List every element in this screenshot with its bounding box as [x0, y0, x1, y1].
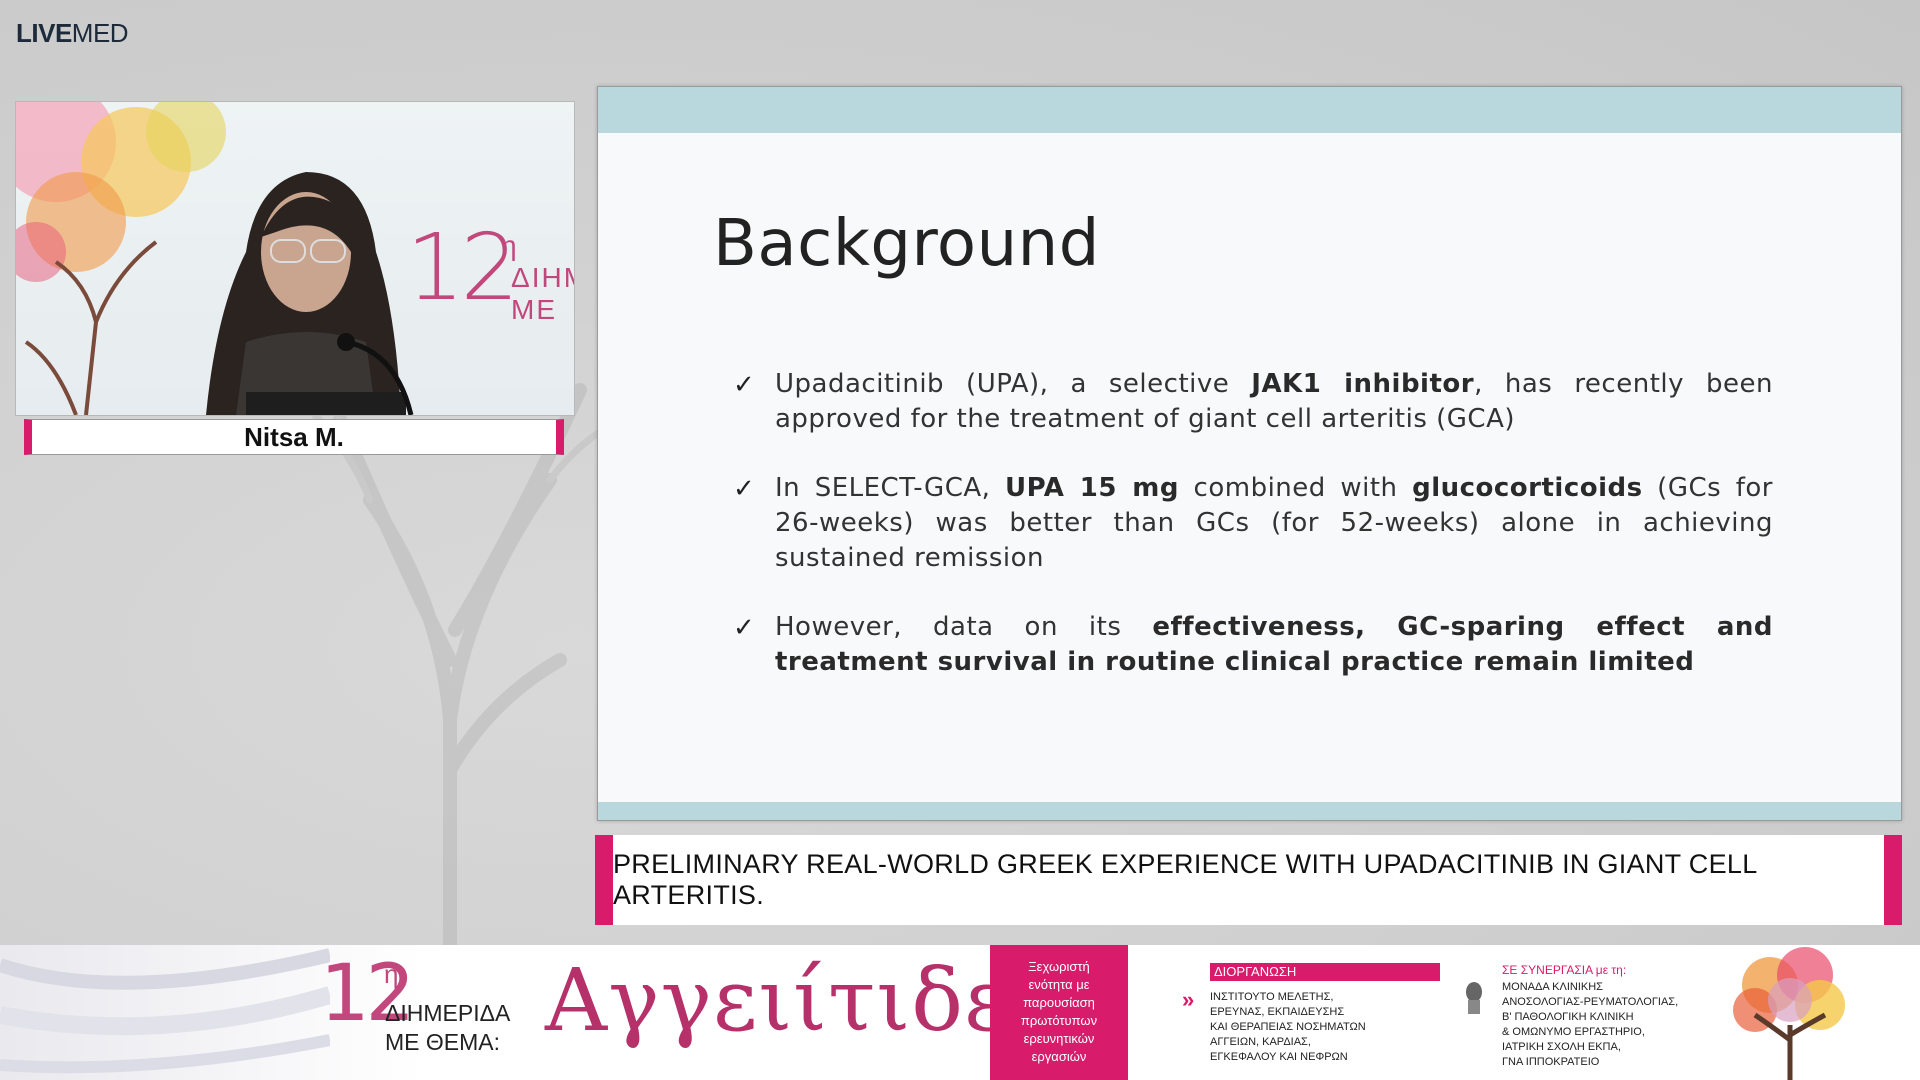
speaker-figure — [206, 172, 414, 415]
collaboration-label: ΣΕ ΣΥΝΕΡΓΑΣΙΑ με τη: — [1502, 963, 1626, 977]
footer-pink-box: Ξεχωριστή ενότητα με παρουσίαση πρωτότυπων ε… — [990, 945, 1128, 1080]
bullet-segment: Upadacitinib (UPA), a selective — [775, 369, 1252, 399]
collaboration-line: ΜΟΝΑΔΑ ΚΛΙΝΙΚΗΣ — [1502, 981, 1603, 993]
university-seal-icon — [1466, 982, 1482, 1014]
checkmark-icon: ✓ — [733, 612, 755, 642]
speaker-name: Nitsa M. — [24, 419, 564, 455]
slide-top-band — [598, 87, 1901, 133]
logo-bold: LIVE — [16, 18, 72, 48]
slide-bullet: ✓ In SELECT-GCA, UPA 15 mg combined with … — [733, 471, 1773, 576]
pink-box-line: πρωτότυπων — [1020, 1013, 1098, 1028]
slide-bullet: ✓ Upadacitinib (UPA), a selective JAK1 in… — [733, 367, 1773, 437]
organizer-line: ΙΝΣΤΙΤΟΥΤΟ ΜΕΛΕΤΗΣ, — [1210, 991, 1334, 1003]
organizer-line: ΑΓΓΕΙΩΝ, ΚΑΡΔΙΑΣ, — [1210, 1036, 1311, 1048]
slide-bullet-list: ✓ Upadacitinib (UPA), a selective JAK1 in… — [733, 367, 1773, 714]
collaboration-line: & ΟΜΩΝΥΜΟ ΕΡΓΑΣΤΗΡΙΟ, — [1502, 1026, 1645, 1038]
logo-regular: MED — [71, 18, 129, 48]
bullet-bold-segment: UPA 15 mg — [1004, 473, 1179, 503]
collaboration-text: ΜΟΝΑΔΑ ΚΛΙΝΙΚΗΣ ΑΝΟΣΟΛΟΓΙΑΣ-ΡΕΥΜΑΤΟΛΟΓΙΑΣ… — [1502, 980, 1678, 1070]
watercolor-tree-logo — [1733, 947, 1845, 1080]
bullet-segment: combined with — [1178, 473, 1413, 503]
checkmark-icon: ✓ — [733, 369, 755, 399]
bullet-segment: However, data on its — [775, 612, 1153, 642]
collaboration-label-main: ΣΕ ΣΥΝΕΡΓΑΣΙΑ — [1502, 963, 1593, 977]
presentation-slide: Background ✓ Upadacitinib (UPA), a select… — [597, 86, 1902, 821]
collaboration-line: ΙΑΤΡΙΚΗ ΣΧΟΛΗ ΕΚΠΑ, — [1502, 1041, 1621, 1053]
pink-box-line: εργασιών — [1031, 1049, 1087, 1064]
organizer-line: ΚΑΙ ΘΕΡΑΠΕΙΑΣ ΝΟΣΗΜΑΤΩΝ — [1210, 1021, 1366, 1033]
slide-title: Background — [713, 207, 1100, 281]
organizer-label: ΔΙΟΡΓΑΝΩΣΗ — [1210, 963, 1440, 981]
double-chevron-icon: » — [1182, 987, 1195, 1012]
organizer-line: ΕΡΕΥΝΑΣ, ΕΚΠΑΙΔΕΥΣΗΣ — [1210, 1006, 1345, 1018]
collaboration-line: Β' ΠΑΘΟΛΟΓΙΚΗ ΚΛΙΝΙΚΗ — [1502, 1011, 1634, 1023]
livemed-logo: LIVEMED — [16, 18, 129, 49]
bullet-bold-segment: JAK1 inhibitor — [1251, 369, 1475, 399]
talk-title-bar: PRELIMINARY REAL-WORLD GREEK EXPERIENCE … — [595, 835, 1902, 925]
footer-event-sub2: ΜΕ ΘΕΜΑ: — [385, 1028, 501, 1055]
footer-event-subtitle: ΔΙΗΜΕΡΙΔΑ ΜΕ ΘΕΜΑ: — [385, 999, 510, 1057]
video-event-line1: ΔΙΗΜ — [511, 262, 574, 293]
collaboration-line: ΓΝΑ ΙΠΠΟΚΡΑΤΕΙΟ — [1502, 1056, 1600, 1068]
slide-bullet-text: However, data on its effectiveness, GC-s… — [775, 610, 1773, 680]
organizer-text: ΙΝΣΤΙΤΟΥΤΟ ΜΕΛΕΤΗΣ, ΕΡΕΥΝΑΣ, ΕΚΠΑΙΔΕΥΣΗΣ Κ… — [1210, 990, 1366, 1065]
event-footer-banner: 12 η ΔΙΗΜΕΡΙΔΑ ΜΕ ΘΕΜΑ: Αγγειίτιδες Ξεχω… — [0, 945, 1920, 1080]
bullet-bold-segment: glucocorticoids — [1412, 473, 1643, 503]
collaboration-label-small: με τη: — [1592, 963, 1627, 977]
checkmark-icon: ✓ — [733, 473, 755, 503]
footer-event-sub1: ΔΙΗΜΕΡΙΔΑ — [385, 1000, 511, 1026]
ribbon-decoration — [0, 948, 330, 1074]
pink-box-line: παρουσίαση — [1023, 995, 1095, 1010]
pink-box-line: ερευνητικών — [1023, 1031, 1095, 1046]
pink-box-line: Ξεχωριστή — [1028, 959, 1090, 974]
video-event-line2: ΜΕ — [511, 294, 557, 326]
slide-bullet-text: Upadacitinib (UPA), a selective JAK1 inh… — [775, 367, 1773, 437]
video-event-text: ΔΙΗΜ ΜΕ — [511, 262, 574, 326]
pink-box-line: ενότητα με — [1028, 977, 1090, 992]
slide-bullet-text: In SELECT-GCA, UPA 15 mg combined with g… — [775, 471, 1773, 576]
slide-bottom-band — [598, 802, 1901, 820]
slide-bullet: ✓ However, data on its effectiveness, GC-… — [733, 610, 1773, 680]
video-event-sup: η — [501, 230, 517, 261]
bullet-segment: In SELECT-GCA, — [775, 473, 1005, 503]
video-event-number: 12 — [406, 214, 519, 321]
footer-event-title: Αγγειίτιδες — [545, 951, 1059, 1051]
organizer-line: ΕΓΚΕΦΑΛΟΥ ΚΑΙ ΝΕΦΡΩΝ — [1210, 1051, 1348, 1063]
collaboration-line: ΑΝΟΣΟΛΟΓΙΑΣ-ΡΕΥΜΑΤΟΛΟΓΙΑΣ, — [1502, 996, 1679, 1008]
speaker-video: 12 η ΔΙΗΜ ΜΕ — [15, 101, 575, 416]
footer-event-sup: η — [384, 959, 399, 989]
